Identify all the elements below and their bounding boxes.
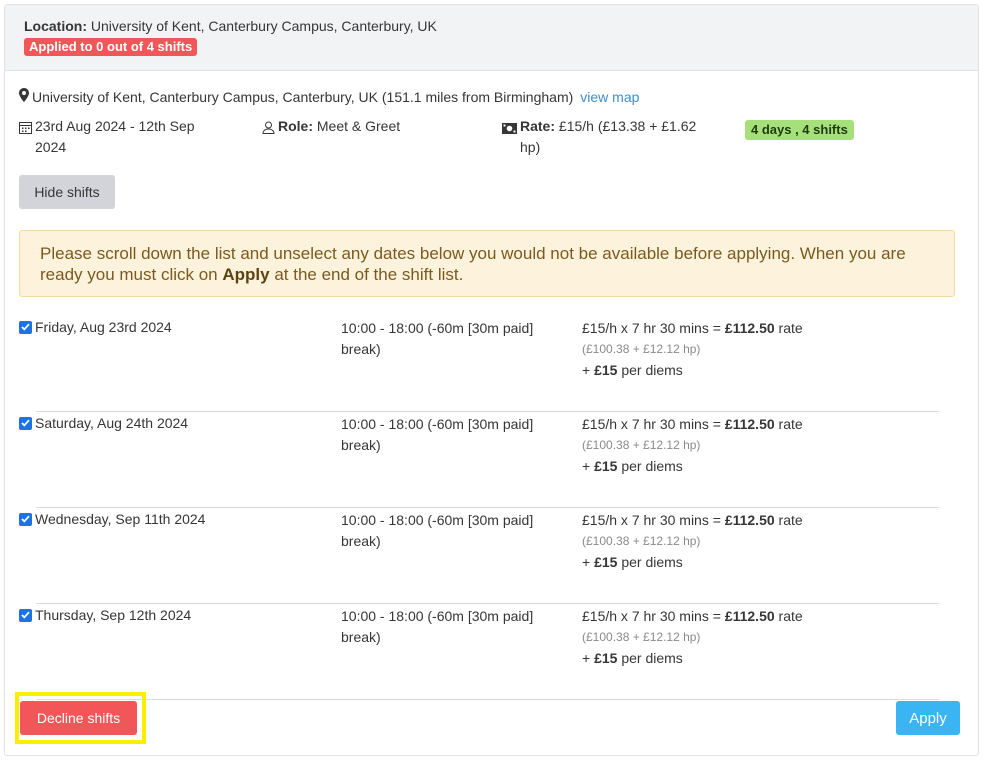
per-diem-prefix: + xyxy=(582,362,595,378)
shift-rate: £15/h x 7 hr 30 mins = £112.50 rate (£10… xyxy=(582,414,842,477)
address-line: University of Kent, Canterbury Campus, C… xyxy=(19,88,639,106)
role-value: Meet & Greet xyxy=(316,118,401,134)
per-diem-prefix: + xyxy=(582,458,595,474)
money-icon xyxy=(502,119,517,158)
calendar-icon xyxy=(19,119,32,158)
rate-total: £112.50 xyxy=(724,320,775,336)
role: Role: Meet & Greet xyxy=(262,116,462,140)
checkbox-checked-icon[interactable] xyxy=(19,416,32,430)
shift-info-row: 23rd Aug 2024 - 12th Sep 2024 Role: Meet… xyxy=(19,116,983,160)
decline-shifts-button[interactable]: Decline shifts xyxy=(20,701,137,735)
rate-suffix: rate xyxy=(774,512,803,528)
shift-date: Wednesday, Sep 11th 2024 xyxy=(19,510,205,528)
shift-rate: £15/h x 7 hr 30 mins = £112.50 rate (£10… xyxy=(582,606,842,669)
checkbox-checked-icon[interactable] xyxy=(19,512,32,526)
apply-instructions-notice: Please scroll down the list and unselect… xyxy=(19,230,955,297)
shift-row: Thursday, Sep 12th 2024 10:00 - 18:00 (-… xyxy=(19,604,955,700)
rate-calc: £15/h x 7 hr 30 mins = xyxy=(582,416,725,432)
shift-row: Wednesday, Sep 11th 2024 10:00 - 18:00 (… xyxy=(19,508,955,604)
date-range: 23rd Aug 2024 - 12th Sep 2024 xyxy=(19,116,219,158)
location-label: Location: xyxy=(24,18,87,34)
shift-time: 10:00 - 18:00 (-60m [30m paid] break) xyxy=(341,320,534,357)
rate-suffix: rate xyxy=(774,416,803,432)
per-diem-prefix: + xyxy=(582,650,595,666)
rate-calc: £15/h x 7 hr 30 mins = xyxy=(582,320,725,336)
rate-breakdown: (£100.38 + £12.12 hp) xyxy=(582,630,701,644)
checkbox-checked-icon[interactable] xyxy=(19,320,32,334)
view-map-link[interactable]: view map xyxy=(580,88,639,106)
rate-suffix: rate xyxy=(774,320,803,336)
per-diem-suffix: per diems xyxy=(617,650,683,666)
per-diem-amount: £15 xyxy=(594,458,618,474)
applied-status-badge: Applied to 0 out of 4 shifts xyxy=(24,38,198,56)
shift-date-text: Thursday, Sep 12th 2024 xyxy=(35,607,192,623)
date-range-text: 23rd Aug 2024 - 12th Sep 2024 xyxy=(35,118,195,155)
rate-calc: £15/h x 7 hr 30 mins = xyxy=(582,608,725,624)
per-diem-prefix: + xyxy=(582,554,595,570)
rate-calc: £15/h x 7 hr 30 mins = xyxy=(582,512,725,528)
shift-time: 10:00 - 18:00 (-60m [30m paid] break) xyxy=(341,416,534,453)
shift-row: Saturday, Aug 24th 2024 10:00 - 18:00 (-… xyxy=(19,412,955,508)
divider xyxy=(36,699,939,700)
rate-breakdown: (£100.38 + £12.12 hp) xyxy=(582,534,701,548)
rate-total: £112.50 xyxy=(724,608,775,624)
per-diem-amount: £15 xyxy=(594,650,618,666)
notice-apply-word: Apply xyxy=(222,265,270,284)
shift-date: Saturday, Aug 24th 2024 xyxy=(19,414,188,432)
shift-rate: £15/h x 7 hr 30 mins = £112.50 rate (£10… xyxy=(582,510,842,573)
per-diem-suffix: per diems xyxy=(617,362,683,378)
days-shifts-badge: 4 days , 4 shifts xyxy=(745,120,854,140)
checkbox-checked-icon[interactable] xyxy=(19,608,32,622)
shift-date-text: Saturday, Aug 24th 2024 xyxy=(35,415,189,431)
role-label: Role: xyxy=(278,118,313,134)
shift-date-text: Friday, Aug 23rd 2024 xyxy=(35,319,172,335)
notice-text-end: at the end of the shift list. xyxy=(269,265,464,284)
hide-shifts-button[interactable]: Hide shifts xyxy=(19,175,115,209)
rate-total: £112.50 xyxy=(724,416,775,432)
shift-date: Friday, Aug 23rd 2024 xyxy=(19,318,172,336)
notice-text: Please scroll down the list and unselect… xyxy=(40,244,906,284)
shift-time: 10:00 - 18:00 (-60m [30m paid] break) xyxy=(341,608,534,645)
rate-total: £112.50 xyxy=(724,512,775,528)
card-header: Location: University of Kent, Canterbury… xyxy=(5,5,978,71)
user-icon xyxy=(262,119,275,140)
apply-button[interactable]: Apply xyxy=(896,701,960,735)
address-text: University of Kent, Canterbury Campus, C… xyxy=(32,89,574,105)
shift-date: Thursday, Sep 12th 2024 xyxy=(19,606,191,624)
location-value: University of Kent, Canterbury Campus, C… xyxy=(90,18,437,34)
shift-rate: £15/h x 7 hr 30 mins = £112.50 rate (£10… xyxy=(582,318,842,381)
shift-date-text: Wednesday, Sep 11th 2024 xyxy=(35,511,206,527)
rate-breakdown: (£100.38 + £12.12 hp) xyxy=(582,438,701,452)
rate-label: Rate: xyxy=(520,118,556,134)
per-diem-suffix: per diems xyxy=(617,458,683,474)
rate-suffix: rate xyxy=(774,608,803,624)
shift-time: 10:00 - 18:00 (-60m [30m paid] break) xyxy=(341,512,534,549)
rate-breakdown: (£100.38 + £12.12 hp) xyxy=(582,342,701,356)
per-diem-amount: £15 xyxy=(594,362,618,378)
map-marker-icon xyxy=(19,88,29,106)
shift-row: Friday, Aug 23rd 2024 10:00 - 18:00 (-60… xyxy=(19,316,955,412)
per-diem-suffix: per diems xyxy=(617,554,683,570)
rate: Rate: £15/h (£13.38 + £1.62 hp) xyxy=(502,116,702,158)
location-line: Location: University of Kent, Canterbury… xyxy=(24,17,978,35)
per-diem-amount: £15 xyxy=(594,554,618,570)
